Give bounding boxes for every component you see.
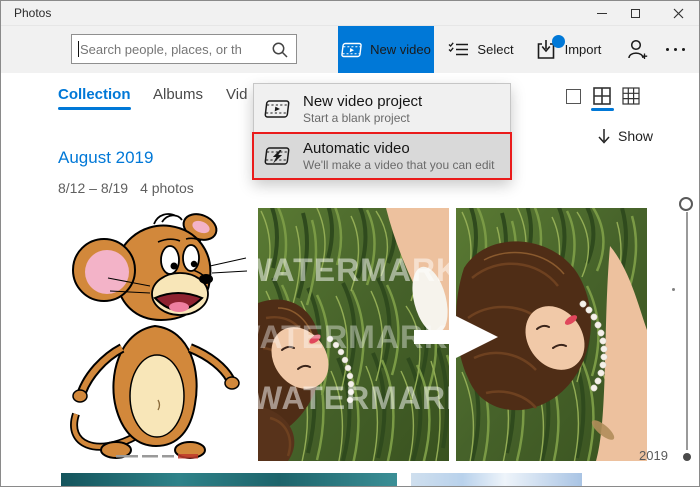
select-label: Select xyxy=(477,42,513,57)
select-button[interactable]: Select xyxy=(442,26,520,73)
timeline-year-dot xyxy=(683,453,691,461)
section-month-heading[interactable]: August 2019 xyxy=(58,148,153,168)
select-all-checkbox[interactable] xyxy=(566,89,581,104)
titlebar: Photos xyxy=(1,1,700,26)
svg-text:WATERMARK: WATERMARK xyxy=(258,252,460,288)
search-box[interactable] xyxy=(71,34,297,64)
timeline-track xyxy=(686,212,688,450)
text-caret xyxy=(78,41,79,57)
account-button[interactable] xyxy=(619,26,655,73)
menu-item-subtitle: We'll make a video that you can edit xyxy=(303,158,495,173)
import-notification-dot xyxy=(552,35,565,48)
person-plus-icon xyxy=(626,38,649,61)
tab-albums-label: Albums xyxy=(153,86,203,103)
tab-collection[interactable]: Collection xyxy=(58,86,131,110)
tab-videos[interactable]: Vid xyxy=(226,86,247,103)
section-photo-count: 4 photos xyxy=(140,180,194,196)
timeline-scrub-handle[interactable] xyxy=(679,197,693,211)
video-project-icon xyxy=(263,97,293,121)
photo-tile-cartoon-mouse[interactable] xyxy=(58,208,254,461)
tab-collection-label: Collection xyxy=(58,86,131,103)
menu-item-automatic-video[interactable]: Automatic video We'll make a video that … xyxy=(254,134,510,178)
svg-text:WATERMARK: WATERMARK xyxy=(258,380,470,416)
more-icon xyxy=(666,48,685,51)
new-video-button[interactable]: New video xyxy=(338,26,434,73)
show-label: Show xyxy=(618,128,653,144)
view-grid-2x2-toggle[interactable] xyxy=(593,87,611,110)
maximize-icon xyxy=(631,9,640,18)
timeline-year-label[interactable]: 2019 xyxy=(639,448,668,463)
close-icon xyxy=(673,8,684,19)
menu-item-title: New video project xyxy=(303,92,422,111)
select-icon xyxy=(448,40,469,59)
view-active-underline xyxy=(591,108,614,111)
menu-item-new-video-project[interactable]: New video project Start a blank project xyxy=(254,84,510,134)
tab-active-underline xyxy=(58,107,131,110)
menu-item-title: Automatic video xyxy=(303,139,495,158)
tab-albums[interactable]: Albums xyxy=(153,86,203,103)
section-date-range: 8/12 – 8/19 xyxy=(58,180,128,196)
menu-item-subtitle: Start a blank project xyxy=(303,111,422,126)
search-icon[interactable] xyxy=(270,40,290,60)
close-button[interactable] xyxy=(661,1,695,25)
cartoon-mouse-image xyxy=(58,208,254,461)
photos-app-window: Photos New video xyxy=(0,0,700,487)
toolbar: New video Select Import xyxy=(1,26,700,73)
watermark-before-after-image: WATERMARK WATERMARK WATERMARK xyxy=(258,208,647,461)
tab-videos-label: Vid xyxy=(226,86,247,103)
photo-tile-partial-sky[interactable] xyxy=(411,473,582,487)
grid-2x2-icon xyxy=(593,87,611,105)
view-grid-3x3-toggle[interactable] xyxy=(622,87,640,110)
import-button[interactable]: Import xyxy=(524,26,612,73)
maximize-button[interactable] xyxy=(618,1,652,25)
automatic-video-icon xyxy=(263,144,293,168)
new-video-icon xyxy=(340,41,363,59)
new-video-dropdown-menu: New video project Start a blank project … xyxy=(253,83,511,179)
photo-tile-watermark-comparison[interactable]: WATERMARK WATERMARK WATERMARK xyxy=(258,208,647,461)
window-title: Photos xyxy=(14,6,51,20)
grid-3x3-icon xyxy=(622,87,640,105)
section-meta: 8/12 – 8/19 4 photos xyxy=(58,180,194,196)
see-more-button[interactable] xyxy=(655,26,695,73)
timeline-marker-dot xyxy=(672,288,675,291)
new-video-label: New video xyxy=(370,42,431,57)
import-label: Import xyxy=(565,42,602,57)
down-arrow-icon xyxy=(597,128,611,144)
photo-tile-partial-teal[interactable] xyxy=(61,473,397,487)
search-input[interactable] xyxy=(72,35,296,63)
minimize-button[interactable] xyxy=(585,1,619,25)
minimize-icon xyxy=(597,13,607,14)
show-button[interactable]: Show xyxy=(597,128,653,144)
